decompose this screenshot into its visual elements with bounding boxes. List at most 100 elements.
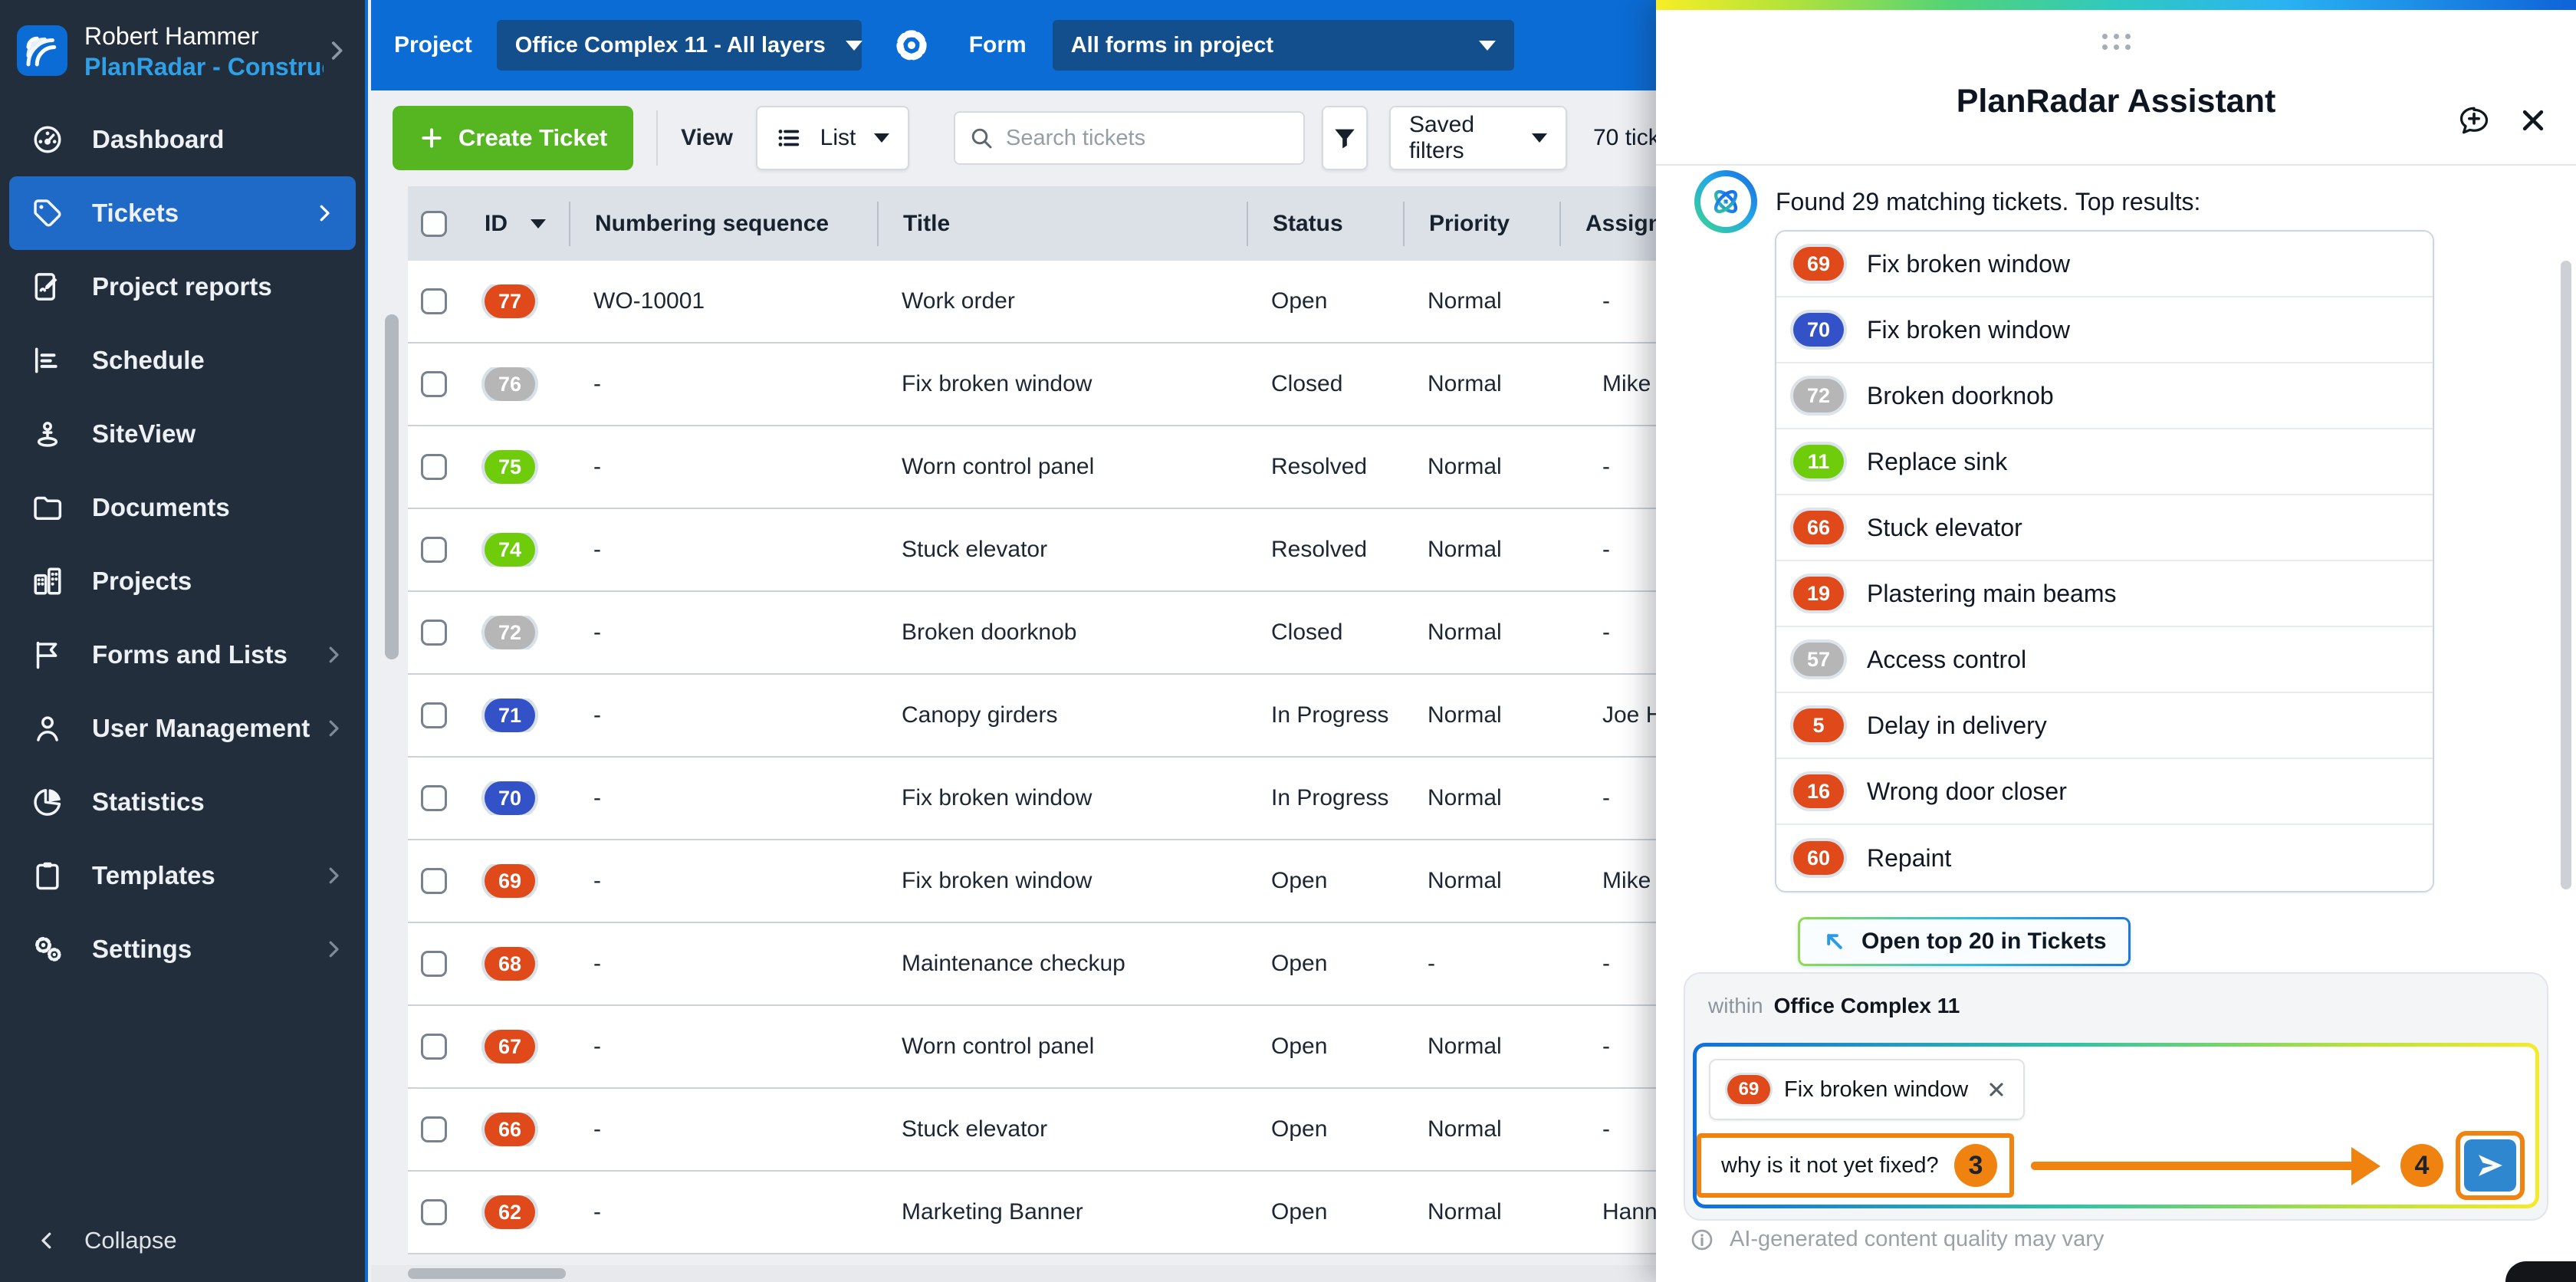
panel-scrollbar[interactable] xyxy=(2561,261,2571,889)
statistics-icon xyxy=(31,785,64,819)
sidebar-item-project-reports[interactable]: Project reports xyxy=(0,250,365,324)
list-view-icon xyxy=(776,125,802,151)
row-checkbox[interactable] xyxy=(421,537,447,563)
row-checkbox[interactable] xyxy=(421,1199,447,1225)
cell-status: Open xyxy=(1271,1116,1328,1142)
open-top-20-button[interactable]: Open top 20 in Tickets xyxy=(1798,917,2131,966)
row-checkbox[interactable] xyxy=(421,868,447,894)
cell-numbering: - xyxy=(593,785,601,810)
row-checkbox[interactable] xyxy=(421,454,447,480)
row-checkbox[interactable] xyxy=(421,951,447,977)
ticket-id-badge: 77 xyxy=(485,284,535,318)
ticket-id-badge: 71 xyxy=(485,699,535,732)
column-header-numbering[interactable]: Numbering sequence xyxy=(569,201,877,246)
assistant-result-row[interactable]: 70 Fix broken window xyxy=(1776,297,2433,363)
sidebar-item-settings[interactable]: Settings xyxy=(0,912,365,986)
sidebar-collapse-button[interactable]: Collapse xyxy=(0,1213,365,1268)
sidebar-item-forms-and-lists[interactable]: Forms and Lists xyxy=(0,618,365,692)
assistant-result-row[interactable]: 66 Stuck elevator xyxy=(1776,495,2433,561)
sidebar-nav: Dashboard Tickets Project reports Schedu… xyxy=(0,103,365,986)
assistant-input-group: within Office Complex 11 69 Fix broken w… xyxy=(1684,972,2548,1221)
cell-title: Worn control panel xyxy=(902,454,1095,479)
panel-gradient-bar xyxy=(1656,0,2576,10)
ticket-id-badge: 69 xyxy=(1793,247,1844,281)
chip-remove-icon[interactable] xyxy=(1986,1080,2006,1100)
open-top-20-label: Open top 20 in Tickets xyxy=(1861,929,2107,954)
row-checkbox[interactable] xyxy=(421,702,447,728)
cell-status: Open xyxy=(1271,951,1328,976)
search-icon xyxy=(969,126,994,150)
assistant-title: PlanRadar Assistant xyxy=(1956,83,2276,120)
new-chat-icon[interactable] xyxy=(2456,103,2492,138)
column-header-priority[interactable]: Priority xyxy=(1403,201,1559,246)
app-screen: Robert Hammer PlanRadar - Construc... Da… xyxy=(0,0,2576,1282)
ticket-id-badge: 74 xyxy=(485,533,535,567)
settings-icon xyxy=(31,932,64,966)
cell-title: Fix broken window xyxy=(902,785,1092,810)
project-settings-gear-icon[interactable] xyxy=(892,26,931,64)
cell-priority: Normal xyxy=(1428,1199,1502,1224)
annotation-step-4: 4 xyxy=(2400,1144,2443,1187)
sidebar-item-templates[interactable]: Templates xyxy=(0,839,365,912)
close-icon[interactable] xyxy=(2518,105,2548,136)
send-button[interactable] xyxy=(2464,1139,2516,1192)
row-checkbox[interactable] xyxy=(421,1034,447,1060)
column-header-title[interactable]: Title xyxy=(877,201,1247,246)
sidebar-item-user-management[interactable]: User Management xyxy=(0,692,365,765)
sidebar-item-statistics[interactable]: Statistics xyxy=(0,765,365,839)
row-checkbox[interactable] xyxy=(421,371,447,397)
message-input[interactable]: why is it not yet fixed? xyxy=(1721,1153,1939,1178)
account-switcher[interactable]: Robert Hammer PlanRadar - Construc... xyxy=(0,0,365,101)
view-mode-value: List xyxy=(820,125,856,150)
annotation-box-3: why is it not yet fixed? 3 xyxy=(1697,1133,2014,1198)
ticket-context-chip[interactable]: 69 Fix broken window xyxy=(1709,1059,2026,1120)
sidebar-item-siteview[interactable]: SiteView xyxy=(0,397,365,471)
assistant-result-row[interactable]: 19 Plastering main beams xyxy=(1776,561,2433,627)
ticket-id-badge: 66 xyxy=(485,1113,535,1146)
annotation-box-4 xyxy=(2456,1131,2525,1200)
select-all-checkbox[interactable] xyxy=(421,210,447,237)
sidebar-item-projects[interactable]: Projects xyxy=(0,544,365,618)
table-horizontal-scrollbar[interactable] xyxy=(408,1268,566,1279)
assistant-result-row[interactable]: 16 Wrong door closer xyxy=(1776,759,2433,825)
ticket-id-badge: 70 xyxy=(485,781,535,815)
row-checkbox[interactable] xyxy=(421,620,447,646)
chip-label: Fix broken window xyxy=(1784,1077,1969,1102)
sidebar-item-documents[interactable]: Documents xyxy=(0,471,365,544)
forms-icon xyxy=(31,638,64,672)
assistant-result-row[interactable]: 72 Broken doorknob xyxy=(1776,363,2433,429)
column-header-id[interactable]: ID xyxy=(460,202,569,246)
filter-button[interactable] xyxy=(1321,106,1368,170)
ai-disclaimer: AI-generated content quality may vary xyxy=(1690,1227,2104,1252)
row-checkbox[interactable] xyxy=(421,288,447,314)
sidebar-item-dashboard[interactable]: Dashboard xyxy=(0,103,365,176)
assistant-result-row[interactable]: 69 Fix broken window xyxy=(1776,232,2433,297)
info-icon xyxy=(1690,1228,1714,1252)
row-checkbox[interactable] xyxy=(421,1116,447,1142)
view-mode-select[interactable]: List xyxy=(755,106,909,170)
cell-priority: Normal xyxy=(1428,620,1502,645)
project-select[interactable]: Office Complex 11 - All layers xyxy=(496,20,863,71)
arrow-up-left-icon xyxy=(1822,929,1848,955)
panel-drag-handle[interactable] xyxy=(1656,34,2576,50)
ticket-id-badge: 11 xyxy=(1793,445,1844,478)
ticket-id-badge: 19 xyxy=(1793,577,1844,610)
view-label: View xyxy=(681,125,733,150)
create-ticket-button[interactable]: Create Ticket xyxy=(393,106,634,170)
ticket-id-badge: 16 xyxy=(1793,774,1844,808)
saved-filters-select[interactable]: Saved filters xyxy=(1388,106,1567,170)
assistant-result-row[interactable]: 57 Access control xyxy=(1776,627,2433,693)
cell-priority: Normal xyxy=(1428,371,1502,396)
sidebar-item-schedule[interactable]: Schedule xyxy=(0,324,365,397)
assistant-result-row[interactable]: 11 Replace sink xyxy=(1776,429,2433,495)
column-header-status[interactable]: Status xyxy=(1247,201,1403,246)
search-input[interactable] xyxy=(1005,125,1290,151)
assistant-result-row[interactable]: 60 Repaint xyxy=(1776,825,2433,891)
ticket-id-badge: 69 xyxy=(485,864,535,898)
assistant-result-row[interactable]: 5 Delay in delivery xyxy=(1776,693,2433,759)
row-checkbox[interactable] xyxy=(421,785,447,811)
form-select[interactable]: All forms in project xyxy=(1052,20,1514,71)
chevron-right-icon xyxy=(322,938,345,961)
sidebar-item-tickets[interactable]: Tickets xyxy=(9,176,356,250)
table-vertical-scrollbar[interactable] xyxy=(385,314,399,659)
